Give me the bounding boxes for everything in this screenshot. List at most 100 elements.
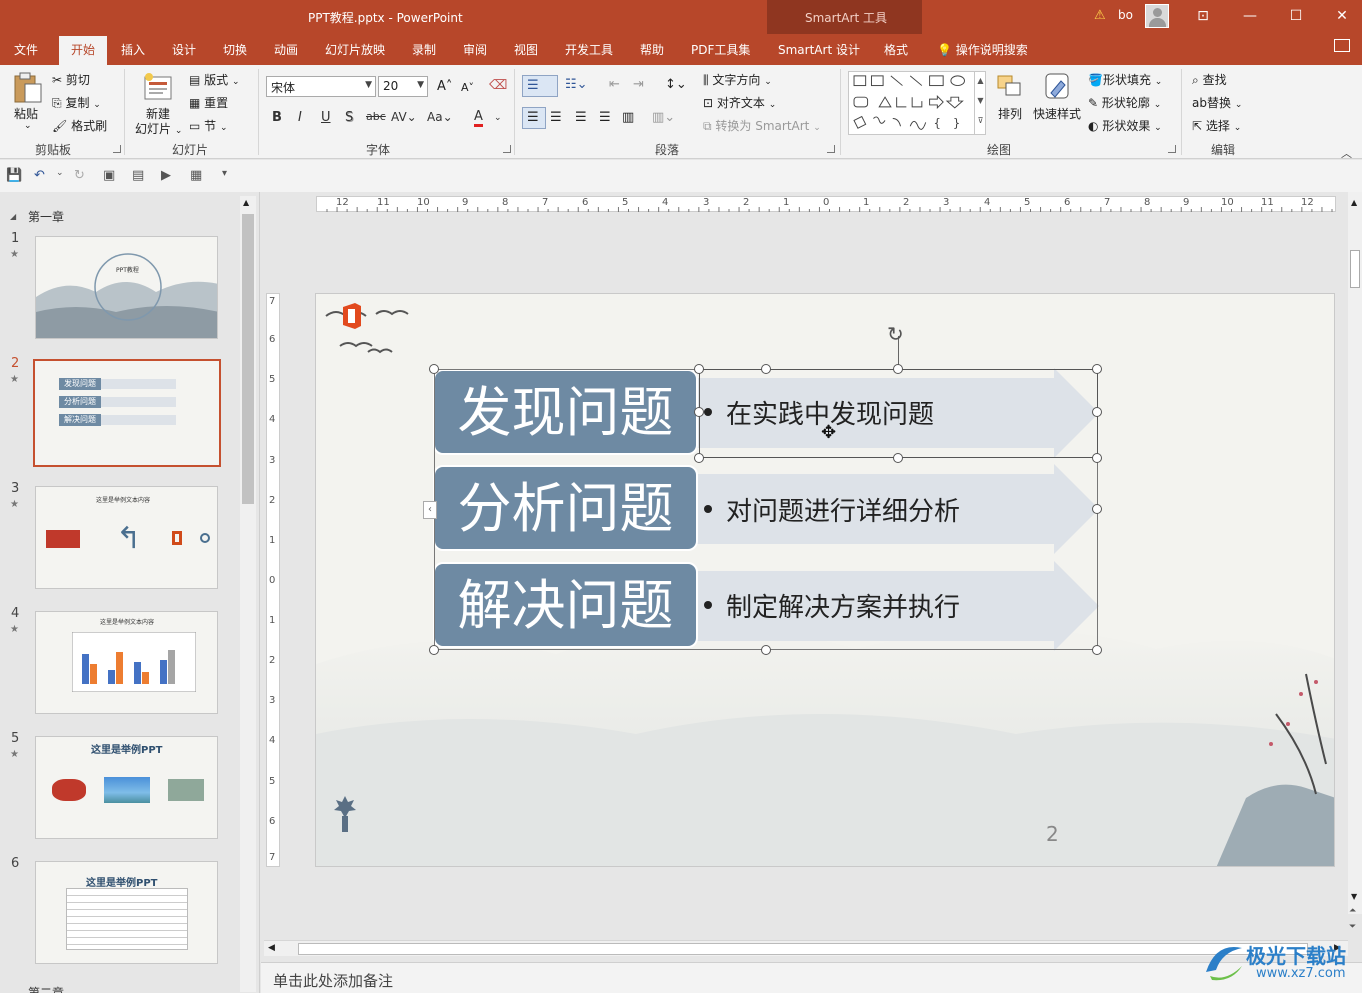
tab-review[interactable]: 审阅 xyxy=(463,41,487,58)
columns-icon[interactable]: ▥⌄ xyxy=(652,110,675,125)
slideshow-icon[interactable]: ▶ xyxy=(161,168,171,183)
tab-slideshow[interactable]: 幻灯片放映 xyxy=(325,41,385,58)
select-button[interactable]: ⇱ 选择 ⌄ xyxy=(1192,117,1241,134)
slide-thumbnail-1[interactable]: PPT教程 xyxy=(35,236,218,339)
resize-handle[interactable] xyxy=(694,364,704,374)
tab-home[interactable]: 开始 xyxy=(59,36,108,65)
present-icon[interactable]: ▦ xyxy=(190,168,202,183)
paragraph-launcher-icon[interactable] xyxy=(827,145,835,153)
font-color-icon[interactable]: A xyxy=(474,110,483,127)
distribute-icon[interactable]: ▥ xyxy=(622,110,634,125)
increase-indent-icon[interactable]: ⇥ xyxy=(633,77,644,92)
font-size-select[interactable]: 20 ▼ xyxy=(378,76,428,97)
tab-view[interactable]: 视图 xyxy=(514,41,538,58)
gallery-scroll-icon[interactable]: ▲ ▼ ⊽ xyxy=(974,71,986,135)
decrease-indent-icon[interactable]: ⇤ xyxy=(609,77,620,92)
warning-icon[interactable]: ⚠ xyxy=(1094,8,1106,23)
decrease-font-size-icon[interactable]: A˅ xyxy=(461,81,474,94)
shape-fill-button[interactable]: 🪣形状填充 ⌄ xyxy=(1088,71,1162,88)
find-button[interactable]: ⌕ 查找 xyxy=(1192,71,1227,88)
resize-handle[interactable] xyxy=(694,407,704,417)
resize-handle[interactable] xyxy=(1092,407,1102,417)
strikethrough-icon[interactable]: abc xyxy=(366,110,386,123)
new-slide-button[interactable]: 幻灯片 ⌄ xyxy=(135,120,182,137)
previous-slide-icon[interactable]: ⏶ xyxy=(1349,906,1356,916)
notes-placeholder[interactable]: 单击此处添加备注 xyxy=(273,970,393,991)
shape-outline-button[interactable]: ✎ 形状轮廓 ⌄ xyxy=(1088,94,1161,111)
customize-qat-icon[interactable]: ▾ xyxy=(222,168,227,179)
align-right-icon[interactable]: ☰ xyxy=(575,110,587,125)
text-direction-button[interactable]: ⫼ 文字方向 ⌄ xyxy=(703,71,772,88)
character-spacing-icon[interactable]: AV⌄ xyxy=(391,110,417,124)
tab-help[interactable]: 帮助 xyxy=(640,41,664,58)
numbering-icon[interactable]: ☷⌄ xyxy=(565,77,588,92)
notes-pane[interactable]: 单击此处添加备注 xyxy=(261,962,1362,993)
increase-font-size-icon[interactable]: A˄ xyxy=(437,79,452,94)
change-case-icon[interactable]: Aa⌄ xyxy=(427,110,453,124)
font-name-select[interactable]: 宋体 ▼ xyxy=(266,76,376,97)
scrollbar-thumb[interactable] xyxy=(298,943,1308,955)
resize-handle[interactable] xyxy=(893,453,903,463)
align-left-button[interactable]: ☰ xyxy=(522,107,546,129)
resize-handle[interactable] xyxy=(1092,504,1102,514)
vertical-ruler[interactable]: 7 6 5 4 3 2 1 0 1 2 3 4 5 6 7 xyxy=(266,293,280,867)
drawing-launcher-icon[interactable] xyxy=(1168,145,1176,153)
collapse-section-icon[interactable]: ◢ xyxy=(10,212,16,221)
cut-button[interactable]: ✂ 剪切 xyxy=(52,71,90,88)
comments-icon[interactable] xyxy=(1334,39,1350,52)
undo-dropdown-icon[interactable]: ⌄ xyxy=(56,168,64,178)
save-icon[interactable]: 💾 xyxy=(6,168,22,183)
arrange-button[interactable]: 排列 xyxy=(998,105,1022,122)
clear-formatting-icon[interactable]: ⌫ xyxy=(489,78,507,93)
shape-selection-frame[interactable] xyxy=(699,369,1098,458)
tell-me-search[interactable]: 💡 操作说明搜索 xyxy=(937,41,1028,58)
scroll-left-icon[interactable]: ◀ xyxy=(268,943,275,953)
paste-button[interactable]: 粘贴 xyxy=(14,105,38,122)
resize-handle[interactable] xyxy=(429,645,439,655)
tab-developer[interactable]: 开发工具 xyxy=(565,41,613,58)
scrollbar-thumb[interactable] xyxy=(1350,250,1360,288)
text-shadow-icon[interactable]: S xyxy=(345,110,353,125)
tab-insert[interactable]: 插入 xyxy=(121,41,145,58)
scroll-down-icon[interactable]: ▼ xyxy=(1351,892,1357,901)
format-painter-button[interactable]: 🖌 格式刷 xyxy=(52,117,107,134)
slide-thumbnail-2[interactable]: 发现问题 分析问题 解决问题 xyxy=(33,359,221,467)
close-button[interactable]: ✕ xyxy=(1327,5,1357,27)
rotate-handle-icon[interactable]: ↻ xyxy=(887,322,904,346)
tab-format[interactable]: 格式 xyxy=(884,41,908,58)
tab-record[interactable]: 录制 xyxy=(412,41,436,58)
scroll-up-icon[interactable]: ▲ xyxy=(1351,198,1357,207)
reset-button[interactable]: ▦ 重置 xyxy=(189,94,228,111)
ribbon-display-options-icon[interactable]: ⊡ xyxy=(1188,5,1218,27)
editor-vertical-scrollbar[interactable]: ▲ ▼ xyxy=(1348,192,1362,914)
tab-transitions[interactable]: 切换 xyxy=(223,41,247,58)
shape-effects-button[interactable]: ◐ 形状效果 ⌄ xyxy=(1088,117,1162,134)
resize-handle[interactable] xyxy=(1092,453,1102,463)
section-button[interactable]: ▭ 节 ⌄ xyxy=(189,117,228,134)
text-pane-toggle-icon[interactable]: ‹ xyxy=(423,501,437,519)
align-center-icon[interactable]: ☰ xyxy=(550,110,562,125)
horizontal-ruler[interactable]: 12 11 10 9 8 7 6 5 4 3 2 1 0 1 2 3 4 5 6… xyxy=(316,196,1336,212)
bullets-button[interactable]: ☰ xyxy=(522,75,558,97)
bold-icon[interactable]: B xyxy=(272,110,282,125)
replace-button[interactable]: ab替换 ⌄ xyxy=(1192,94,1242,111)
tab-pdf-tools[interactable]: PDF工具集 xyxy=(691,41,750,58)
resize-handle[interactable] xyxy=(761,364,771,374)
thumbnails-scrollbar[interactable]: ▲ xyxy=(240,196,256,992)
section-title[interactable]: 第二章 xyxy=(28,984,64,993)
new-slide-qat-icon[interactable]: ▣ xyxy=(103,168,115,183)
copy-button[interactable]: ⎘ 复制 ⌄ xyxy=(52,94,101,111)
slide-canvas[interactable]: 发现问题 分析问题 解决问题 在实践中发现问题 对问题进行详细分析 制定解决方案… xyxy=(315,293,1335,867)
tab-file[interactable]: 文件 xyxy=(14,41,38,58)
layout-button[interactable]: ▤ 版式 ⌄ xyxy=(189,71,240,88)
resize-handle[interactable] xyxy=(1092,645,1102,655)
clipboard-launcher-icon[interactable] xyxy=(113,145,121,153)
shapes-gallery[interactable]: {} xyxy=(848,71,986,135)
slide-thumbnail-5[interactable]: 这里是举例PPT xyxy=(35,736,218,839)
layout-qat-icon[interactable]: ▤ xyxy=(132,168,144,183)
line-spacing-icon[interactable]: ↕⌄ xyxy=(665,77,687,92)
avatar[interactable] xyxy=(1145,4,1169,28)
slide-thumbnail-4[interactable]: 这里是举例文本内容 xyxy=(35,611,218,714)
minimize-button[interactable]: — xyxy=(1235,5,1265,27)
convert-smartart-button[interactable]: ⧉ 转换为 SmartArt ⌄ xyxy=(703,117,821,134)
